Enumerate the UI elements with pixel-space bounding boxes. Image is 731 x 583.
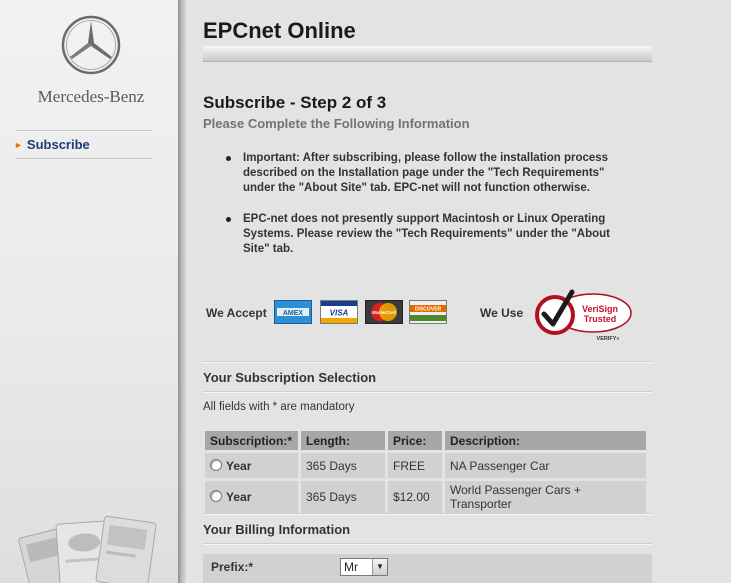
notice-item-os-support: EPC-net does not presently support Macin… <box>224 212 624 257</box>
description-cell: World Passenger Cars + Transporter <box>445 481 646 513</box>
billing-form-row: Prefix:* Mr ▼ <box>203 554 652 583</box>
we-use-label: We Use <box>480 306 524 320</box>
svg-text:VeriSign: VeriSign <box>582 304 618 314</box>
document-cards-illustration <box>18 515 157 583</box>
sidebar-divider <box>16 130 152 131</box>
sidebar-item-subscribe[interactable]: ► Subscribe <box>14 137 90 152</box>
svg-text:VERIFY»: VERIFY» <box>597 336 620 342</box>
radio-button[interactable] <box>210 458 222 471</box>
sidebar-edge-shadow <box>178 0 186 583</box>
svg-text:DISCOVER: DISCOVER <box>415 307 442 313</box>
length-cell: 365 Days <box>301 481 385 513</box>
prefix-select[interactable]: Mr ▼ <box>340 558 388 576</box>
description-cell: NA Passenger Car <box>445 453 646 478</box>
svg-text:MasterCard: MasterCard <box>372 310 396 315</box>
mandatory-note: All fields with * are mandatory <box>203 401 355 413</box>
amex-card-icon: AMEX <box>274 300 312 324</box>
mercedes-star-logo <box>61 15 121 75</box>
section-divider <box>203 513 652 515</box>
sidebar: Mercedes-Benz ► Subscribe <box>0 0 178 583</box>
nav-arrow-icon: ► <box>14 140 23 150</box>
dropdown-arrow-icon[interactable]: ▼ <box>372 559 387 575</box>
sidebar-divider <box>16 158 152 159</box>
subscription-option-cell[interactable]: Year <box>205 481 298 513</box>
notice-list: Important: After subscribing, please fol… <box>224 151 624 273</box>
option-label: Year <box>226 490 252 504</box>
title-underline-bar <box>203 46 652 62</box>
subscription-section-title: Your Subscription Selection <box>203 370 377 385</box>
section-divider <box>203 391 652 393</box>
subscription-table: Subscription:* Length: Price: Descriptio… <box>202 428 649 516</box>
billing-section-title: Your Billing Information <box>203 522 351 537</box>
section-divider <box>203 543 652 545</box>
verisign-trusted-seal-icon[interactable]: VeriSign Trusted VERIFY» <box>532 286 634 342</box>
subscription-option-cell[interactable]: Year <box>205 453 298 478</box>
svg-text:VISA: VISA <box>330 309 349 318</box>
page-subtitle: Please Complete the Following Informatio… <box>203 116 470 131</box>
we-accept-label: We Accept <box>206 306 267 320</box>
table-row: Year 365 Days FREE NA Passenger Car <box>205 453 646 478</box>
discover-card-icon: DISCOVER <box>409 300 447 324</box>
radio-button[interactable] <box>210 490 222 502</box>
prefix-label: Prefix:* <box>211 560 254 574</box>
site-title: EPCnet Online <box>203 18 356 43</box>
section-divider <box>203 361 652 363</box>
notice-item-installation: Important: After subscribing, please fol… <box>224 151 624 196</box>
brand-wordmark: Mercedes-Benz <box>37 87 145 106</box>
col-header-price: Price: <box>388 431 442 450</box>
price-cell: FREE <box>388 453 442 478</box>
svg-text:AMEX: AMEX <box>283 310 304 317</box>
main-content: EPCnet Online Subscribe - Step 2 of 3 Pl… <box>186 0 731 583</box>
mastercard-card-icon: MasterCard <box>365 300 403 324</box>
prefix-selected-value: Mr <box>344 560 358 574</box>
visa-card-icon: VISA <box>320 300 358 324</box>
col-header-subscription: Subscription:* <box>205 431 298 450</box>
table-row: Year 365 Days $12.00 World Passenger Car… <box>205 481 646 513</box>
option-label: Year <box>226 458 252 473</box>
col-header-description: Description: <box>445 431 646 450</box>
price-cell: $12.00 <box>388 481 442 513</box>
col-header-length: Length: <box>301 431 385 450</box>
table-header-row: Subscription:* Length: Price: Descriptio… <box>205 431 646 450</box>
sidebar-item-label: Subscribe <box>26 137 90 152</box>
svg-text:Trusted: Trusted <box>584 314 617 324</box>
page-title: Subscribe - Step 2 of 3 <box>203 93 387 112</box>
length-cell: 365 Days <box>301 453 385 478</box>
